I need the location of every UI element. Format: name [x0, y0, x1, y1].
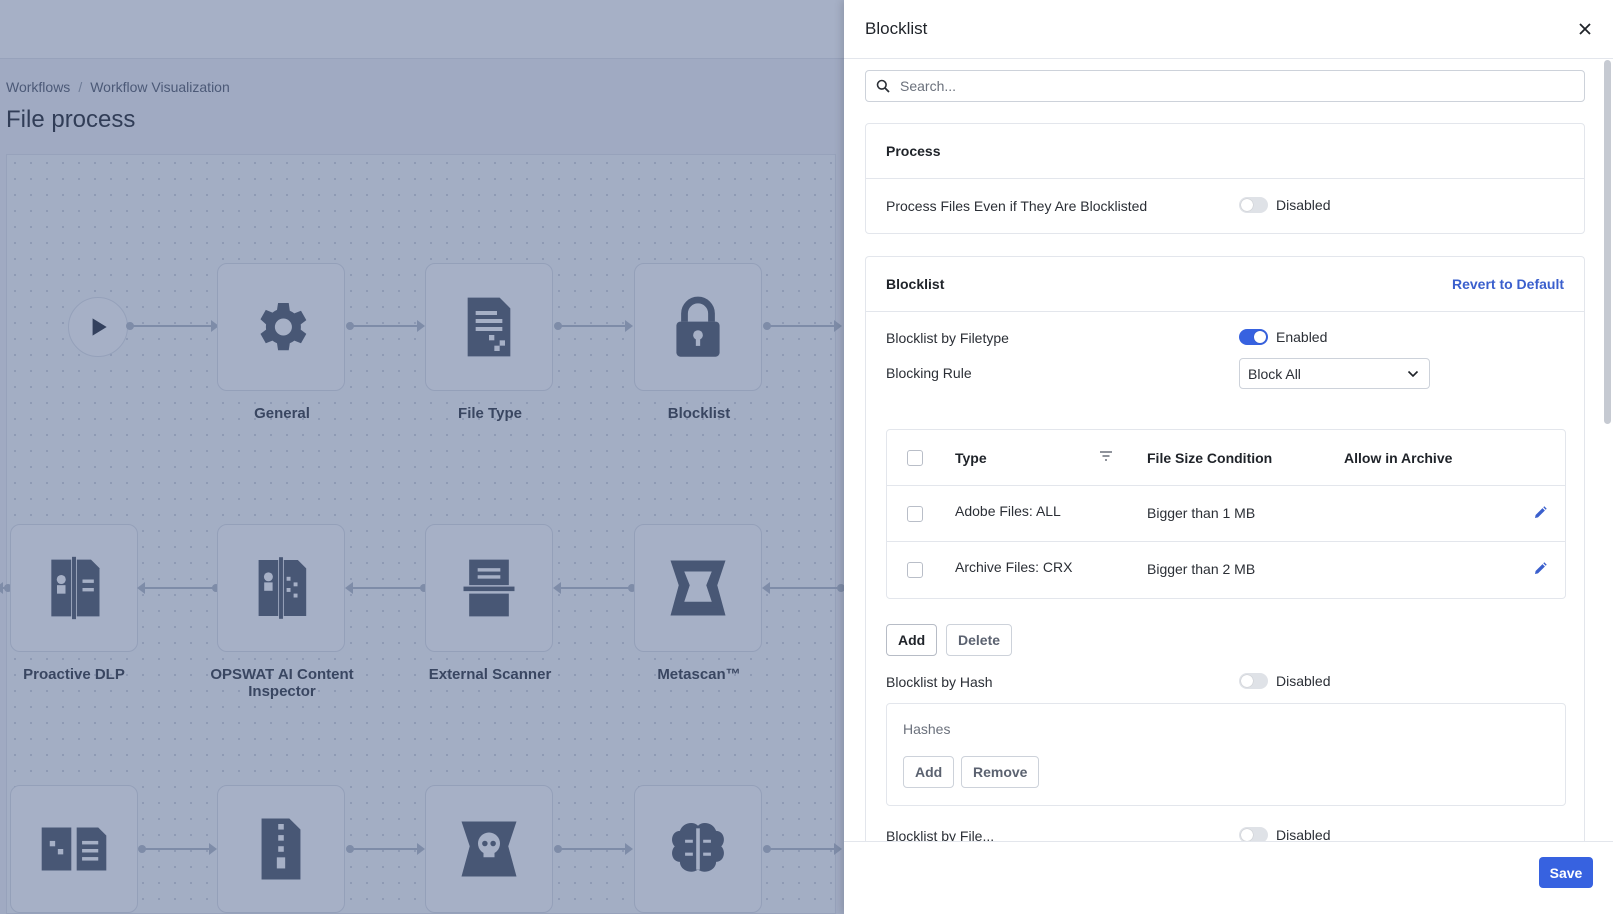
blocklist-by-filename-setting: Disabled — [1239, 827, 1330, 841]
column-type[interactable]: Type — [955, 450, 987, 466]
select-all-checkbox[interactable] — [907, 450, 923, 466]
blocking-rule-select[interactable]: Block All — [1239, 358, 1430, 389]
search-icon — [876, 79, 890, 93]
process-card-header: Process — [866, 124, 1584, 179]
row-checkbox[interactable] — [907, 506, 923, 522]
cell-type: Adobe Files: ALL — [955, 503, 1061, 519]
process-card: Process Process Files Even if They Are B… — [865, 123, 1585, 234]
blocklist-by-filetype-toggle[interactable] — [1239, 329, 1268, 345]
chevron-down-icon — [1407, 370, 1419, 377]
blocklist-by-filetype-setting: Enabled — [1239, 329, 1327, 345]
blocklist-title: Blocklist — [886, 276, 945, 292]
revert-to-default-link[interactable]: Revert to Default — [1452, 276, 1564, 292]
row-checkbox[interactable] — [907, 562, 923, 578]
table-header: Type File Size Condition Allow in Archiv… — [887, 430, 1565, 486]
modal-overlay[interactable] — [0, 0, 844, 914]
table-row: Archive Files: CRX Bigger than 2 MB — [887, 542, 1565, 598]
blocklist-by-filename-toggle[interactable] — [1239, 827, 1268, 841]
hashes-box: Hashes Add Remove — [886, 703, 1566, 806]
blocklist-by-filename-state: Disabled — [1276, 827, 1331, 841]
filter-icon[interactable] — [1099, 450, 1113, 462]
edit-icon[interactable] — [1533, 506, 1547, 520]
process-title: Process — [886, 143, 941, 159]
process-files-state: Disabled — [1276, 197, 1331, 213]
search-input[interactable] — [900, 78, 1560, 94]
close-button[interactable] — [1575, 19, 1595, 39]
add-hash-button[interactable]: Add — [903, 756, 955, 788]
add-filetype-button[interactable]: Add — [886, 624, 938, 656]
drawer-body[interactable]: Process Process Files Even if They Are B… — [844, 59, 1613, 841]
cell-size: Bigger than 1 MB — [1147, 505, 1256, 521]
blocklist-by-hash-toggle[interactable] — [1239, 673, 1268, 689]
cell-size: Bigger than 2 MB — [1147, 561, 1256, 577]
close-icon — [1579, 23, 1591, 35]
filetype-table: Type File Size Condition Allow in Archiv… — [886, 429, 1566, 599]
delete-filetype-button[interactable]: Delete — [946, 624, 1013, 656]
blocklist-by-filename-label: Blocklist by File... — [886, 828, 995, 841]
blocklist-by-hash-state: Disabled — [1276, 673, 1331, 689]
process-files-setting: Disabled — [1239, 197, 1330, 213]
edit-icon[interactable] — [1533, 562, 1547, 576]
drawer-title: Blocklist — [865, 19, 928, 38]
blocklist-by-hash-setting: Disabled — [1239, 673, 1330, 689]
blocking-rule-label: Blocking Rule — [886, 365, 972, 381]
drawer-footer: Save — [844, 841, 1613, 914]
hashes-title: Hashes — [903, 721, 951, 737]
cell-type: Archive Files: CRX — [955, 559, 1073, 575]
search-field[interactable] — [865, 70, 1585, 102]
blocking-rule-value: Block All — [1248, 365, 1301, 382]
save-button[interactable]: Save — [1539, 857, 1593, 888]
process-files-label: Process Files Even if They Are Blocklist… — [886, 198, 1148, 214]
blocklist-by-filetype-label: Blocklist by Filetype — [886, 330, 1009, 346]
table-row: Adobe Files: ALL Bigger than 1 MB — [887, 486, 1565, 542]
remove-hash-button[interactable]: Remove — [961, 756, 1040, 788]
column-file-size-condition: File Size Condition — [1147, 450, 1273, 466]
blocklist-by-filetype-state: Enabled — [1276, 329, 1328, 345]
blocklist-by-hash-label: Blocklist by Hash — [886, 674, 993, 690]
process-files-toggle[interactable] — [1239, 197, 1268, 213]
drawer-scrollbar[interactable] — [1604, 60, 1611, 424]
blocklist-card-header: Blocklist Revert to Default — [866, 257, 1584, 312]
column-allow-in-archive: Allow in Archive — [1344, 450, 1453, 466]
blocklist-card: Blocklist Revert to Default Blocklist by… — [865, 256, 1585, 841]
drawer-header: Blocklist — [844, 0, 1613, 59]
blocklist-drawer: Blocklist Process Process Files Even if … — [844, 0, 1613, 914]
